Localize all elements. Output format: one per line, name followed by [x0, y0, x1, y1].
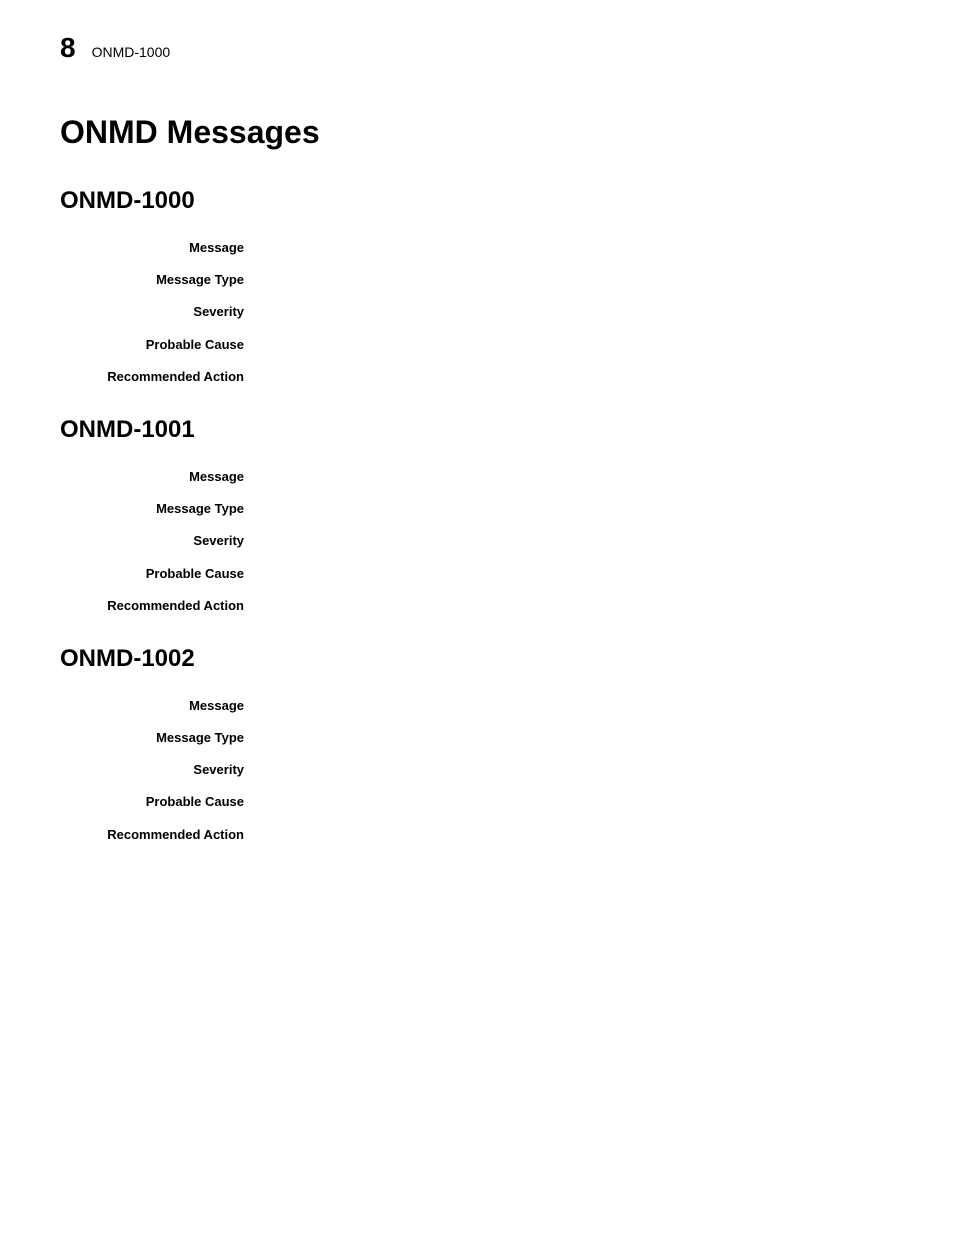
page-title-small: ONMD-1000	[92, 44, 171, 60]
field-label-onmd-1001-4: Recommended Action	[60, 597, 260, 615]
field-label-onmd-1000-1: Message Type	[60, 271, 260, 289]
field-label-onmd-1002-2: Severity	[60, 761, 260, 779]
page-number: 8	[60, 32, 76, 64]
field-label-onmd-1000-3: Probable Cause	[60, 336, 260, 354]
field-label-onmd-1002-3: Probable Cause	[60, 793, 260, 811]
field-label-onmd-1000-4: Recommended Action	[60, 368, 260, 386]
sections-container: ONMD-1000 Message Message Type Severity Prob…	[60, 187, 894, 844]
field-row-onmd-1000-0: Message	[60, 239, 894, 257]
section-onmd-1000: ONMD-1000 Message Message Type Severity Prob…	[60, 187, 894, 386]
field-row-onmd-1002-0: Message	[60, 697, 894, 715]
field-row-onmd-1001-0: Message	[60, 468, 894, 486]
field-label-onmd-1002-1: Message Type	[60, 729, 260, 747]
field-label-onmd-1001-2: Severity	[60, 532, 260, 550]
field-label-onmd-1000-2: Severity	[60, 303, 260, 321]
field-label-onmd-1001-3: Probable Cause	[60, 565, 260, 583]
section-onmd-1002: ONMD-1002 Message Message Type Severity Prob…	[60, 645, 894, 844]
section-heading-onmd-1001: ONMD-1001	[60, 416, 894, 444]
field-row-onmd-1001-3: Probable Cause	[60, 565, 894, 583]
field-label-onmd-1001-1: Message Type	[60, 500, 260, 518]
field-label-onmd-1001-0: Message	[60, 468, 260, 486]
field-row-onmd-1002-4: Recommended Action	[60, 826, 894, 844]
section-onmd-1001: ONMD-1001 Message Message Type Severity Prob…	[60, 416, 894, 615]
field-row-onmd-1000-4: Recommended Action	[60, 368, 894, 386]
field-label-onmd-1002-4: Recommended Action	[60, 826, 260, 844]
main-content: ONMD Messages ONMD-1000 Message Message Ty…	[0, 84, 954, 914]
page-header: 8 ONMD-1000	[0, 0, 954, 84]
field-row-onmd-1000-3: Probable Cause	[60, 336, 894, 354]
field-row-onmd-1002-2: Severity	[60, 761, 894, 779]
field-label-onmd-1002-0: Message	[60, 697, 260, 715]
field-row-onmd-1002-3: Probable Cause	[60, 793, 894, 811]
field-row-onmd-1001-2: Severity	[60, 532, 894, 550]
field-row-onmd-1000-2: Severity	[60, 303, 894, 321]
field-label-onmd-1000-0: Message	[60, 239, 260, 257]
field-row-onmd-1001-1: Message Type	[60, 500, 894, 518]
field-row-onmd-1002-1: Message Type	[60, 729, 894, 747]
section-heading-onmd-1002: ONMD-1002	[60, 645, 894, 673]
doc-title: ONMD Messages	[60, 114, 894, 151]
field-row-onmd-1001-4: Recommended Action	[60, 597, 894, 615]
field-row-onmd-1000-1: Message Type	[60, 271, 894, 289]
section-heading-onmd-1000: ONMD-1000	[60, 187, 894, 215]
